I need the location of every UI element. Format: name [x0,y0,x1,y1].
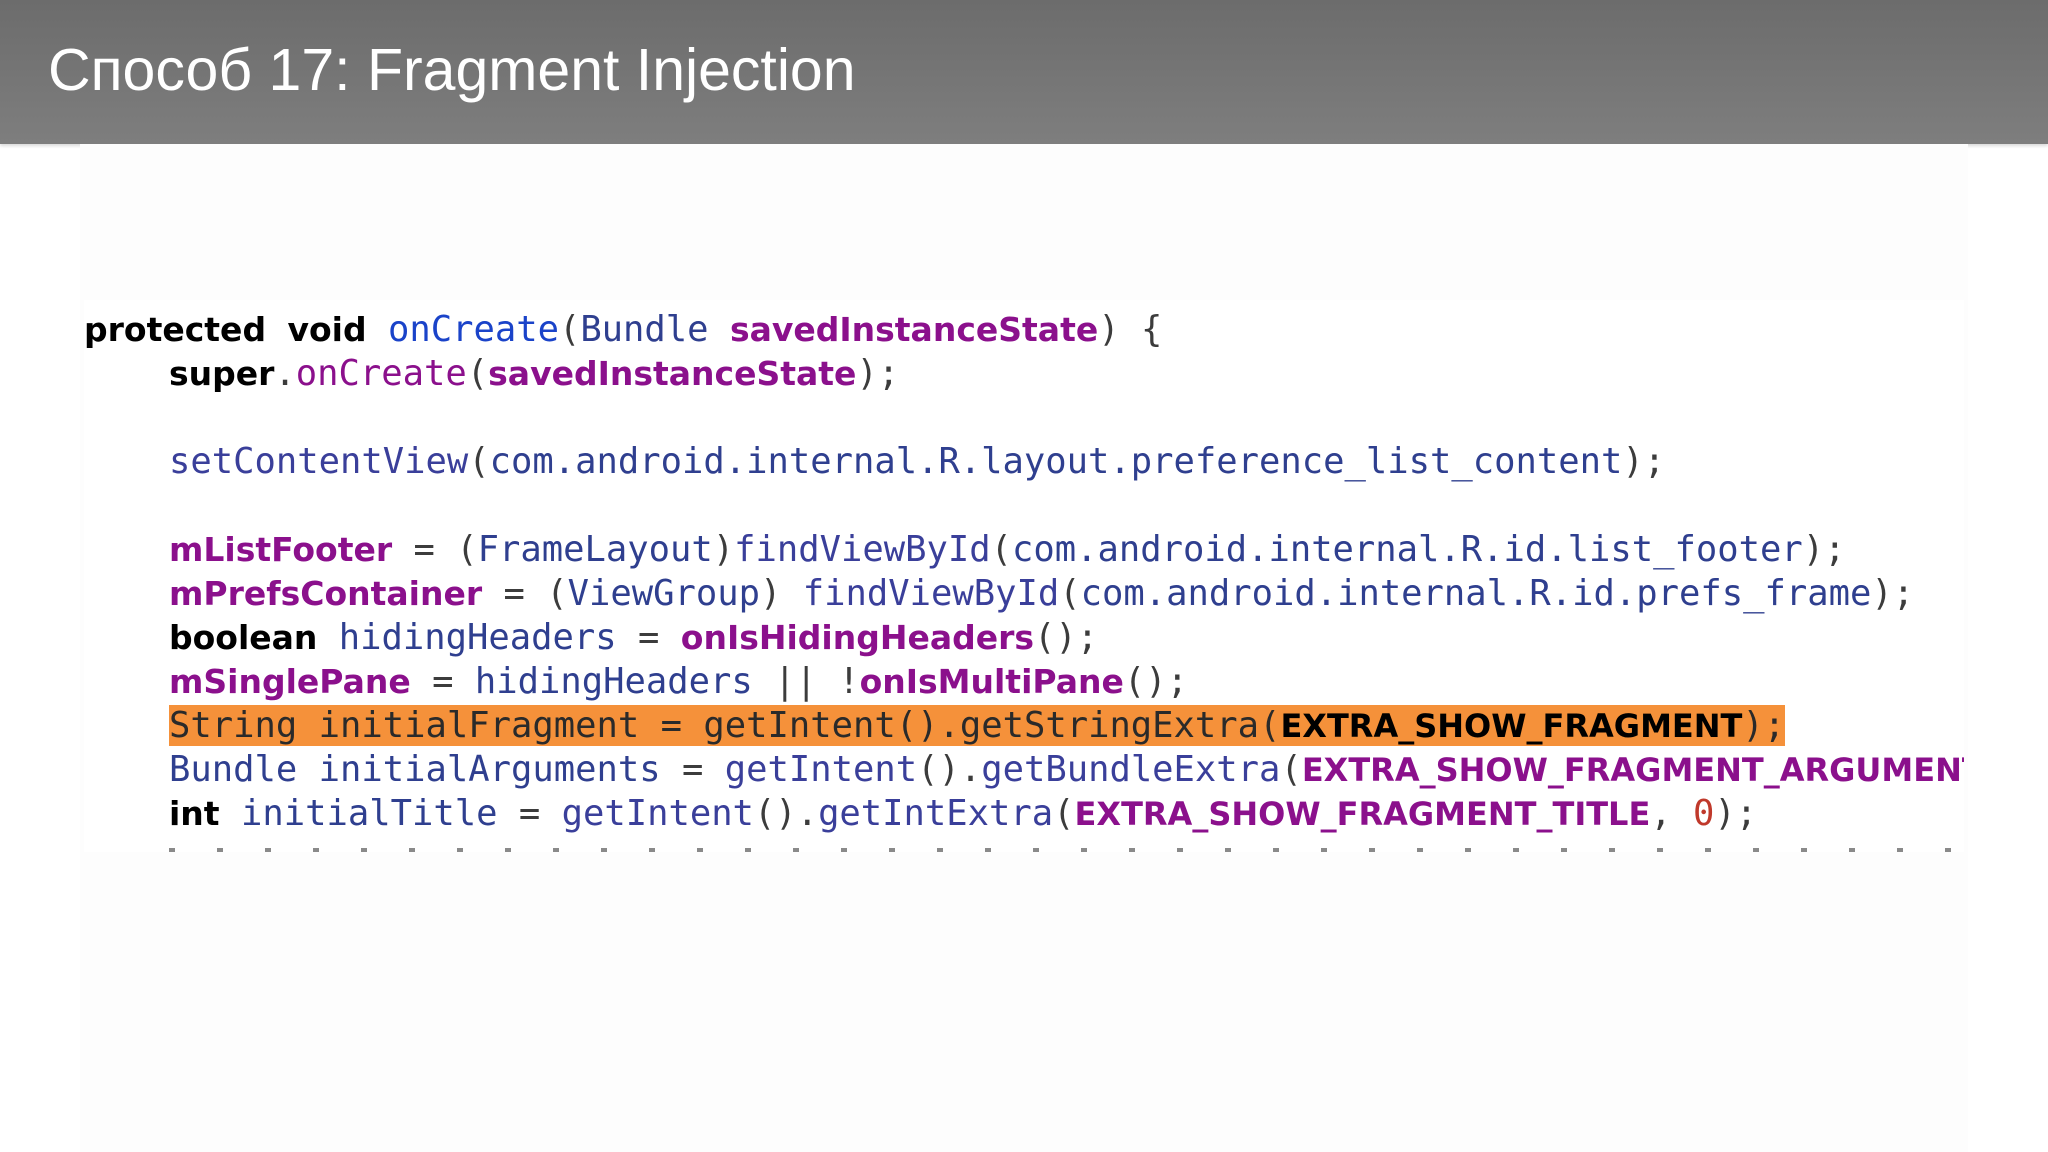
punctuation: , [1650,793,1694,834]
punctuation: ( [558,309,581,350]
keyword-super: super [169,354,275,393]
variable-name: initialArguments [297,749,661,790]
keyword-int: int [169,794,220,833]
number-literal: 0 [1693,793,1715,834]
code-line-4: mListFooter = (FrameLayout)findViewById(… [84,528,1846,572]
punctuation: ( [468,441,490,482]
code-line-6: boolean hidingHeaders = onIsHidingHeader… [84,616,1098,660]
code-line-5: mPrefsContainer = (ViewGroup) findViewBy… [84,572,1914,616]
resource-path: com.android.internal.R.id.prefs_frame [1080,573,1872,614]
type-name: String [169,705,298,746]
cast-type: ViewGroup [567,573,760,614]
operator: || ! [752,661,860,702]
variable-name: initialTitle [219,793,498,834]
punctuation: ( [1059,573,1081,614]
keyword-void: void [287,310,367,349]
punctuation: ); [1742,705,1786,746]
punctuation: ( [466,353,489,394]
punctuation: . [274,353,296,394]
punctuation: (); [1123,661,1188,702]
operator: = [639,705,704,746]
punctuation: ); [1714,793,1758,834]
method-call: onCreate [295,353,467,394]
variable-name: initialFragment [297,705,640,746]
argument: savedInstanceState [488,354,857,393]
punctuation: (). [753,793,819,834]
constant-name: EXTRA_SHOW_FRAGMENT_TITLE [1074,795,1651,833]
cast-type: FrameLayout [477,529,713,570]
constant-name: EXTRA_SHOW_FRAGMENT [1280,707,1743,745]
punctuation: ); [1622,441,1666,482]
punctuation: ); [856,353,900,394]
method-call: getIntent [561,793,754,834]
punctuation: (). [895,705,960,746]
code-line-2: super.onCreate(savedInstanceState); [84,352,899,396]
method-call: getBundleExtra [981,749,1281,790]
method-name: onCreate [387,309,559,350]
punctuation: ); [1802,529,1846,570]
punctuation: ) [712,529,735,570]
operator: = [660,749,725,790]
variable-name: hidingHeaders [474,661,753,702]
variable-name: hidingHeaders [317,617,617,658]
param-type: Bundle [580,309,709,350]
slide-title: Способ 17: Fragment Injection [48,37,856,103]
keyword-protected: protected [84,310,267,349]
punctuation: ); [1871,573,1915,614]
keyword-boolean: boolean [169,618,318,657]
method-call: getIntent [724,749,918,790]
code-line-10: int initialTitle = getIntent().getIntExt… [84,792,1757,836]
operator: = ( [392,529,478,570]
method-call: getStringExtra [959,705,1260,746]
resource-path: com.android.internal.R.id.list_footer [1011,529,1803,570]
punctuation: ) { [1098,309,1163,350]
operator: = [497,793,562,834]
method-call: onIsMultiPane [859,662,1124,701]
punctuation: (); [1034,617,1099,658]
field-name: mSinglePane [169,662,411,701]
resource-path: com.android.internal.R.layout.preference… [489,441,1623,482]
punctuation: ( [1259,705,1281,746]
code-snippet: protected void onCreate(Bundle savedInst… [84,300,1964,852]
method-call: onIsHidingHeaders [680,618,1035,657]
method-call: setContentView [169,441,469,482]
constant-name: EXTRA_SHOW_FRAGMENT_ARGUMENTS [1301,751,1964,789]
punctuation: ) [759,573,803,614]
slide-header-bar: Способ 17: Fragment Injection [0,0,2048,144]
code-line-9: Bundle initialArguments = getIntent().ge… [84,748,1964,792]
punctuation: ( [1053,793,1075,834]
code-line-7: mSinglePane = hidingHeaders || !onIsMult… [84,660,1188,704]
punctuation: ( [990,529,1012,570]
punctuation: (). [917,749,982,790]
field-name: mListFooter [169,530,393,569]
method-call: getIntExtra [818,793,1054,834]
operator: = [616,617,681,658]
code-line-1: protected void onCreate(Bundle savedInst… [84,308,1162,352]
highlight-marker: String initialFragment = getIntent().get… [169,705,1786,746]
operator: = ( [482,573,568,614]
method-call: findViewById [734,529,991,570]
field-name: mPrefsContainer [169,574,483,613]
code-line-8-highlighted: String initialFragment = getIntent().get… [84,704,1786,748]
operator: = [410,661,475,702]
punctuation: ( [1280,749,1302,790]
param-name: savedInstanceState [729,310,1099,349]
truncated-code-line [169,848,1964,852]
code-line-3: setContentView(com.android.internal.R.la… [84,440,1665,484]
method-call: findViewById [802,573,1060,614]
method-call: getIntent [703,705,896,746]
type-name: Bundle [169,749,298,790]
